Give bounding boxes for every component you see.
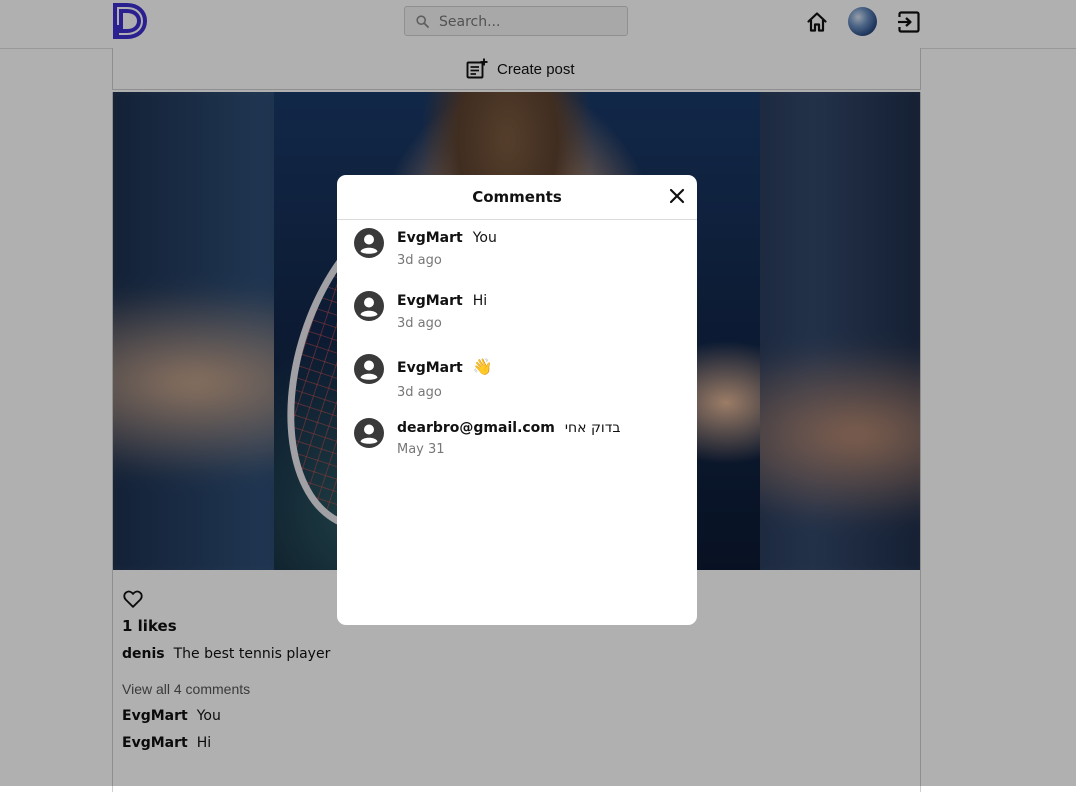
- comment-user[interactable]: EvgMart: [397, 360, 463, 376]
- modal-title: Comments: [472, 188, 562, 206]
- comment-time: 3d ago: [397, 385, 442, 400]
- user-avatar-icon[interactable]: [354, 291, 384, 321]
- comment-text: 👋: [472, 357, 493, 376]
- user-avatar-icon[interactable]: [354, 418, 384, 448]
- comment-user[interactable]: EvgMart: [397, 293, 463, 309]
- comment-text: Hi: [472, 293, 488, 309]
- comment-time: May 31: [397, 442, 445, 457]
- comment-time: 3d ago: [397, 316, 442, 331]
- modal-header: Comments: [337, 175, 697, 220]
- comment-text: You: [472, 230, 497, 246]
- comment-user[interactable]: dearbro@gmail.com: [397, 420, 555, 436]
- comment-time: 3d ago: [397, 253, 442, 268]
- comment-user[interactable]: EvgMart: [397, 230, 463, 246]
- comments-modal: Comments EvgMart You 3d ago EvgMart Hi 3d …: [337, 175, 697, 625]
- user-avatar-icon[interactable]: [354, 354, 384, 384]
- close-icon[interactable]: [668, 187, 686, 205]
- user-avatar-icon[interactable]: [354, 228, 384, 258]
- comment-text: בדוק אחי: [564, 420, 621, 436]
